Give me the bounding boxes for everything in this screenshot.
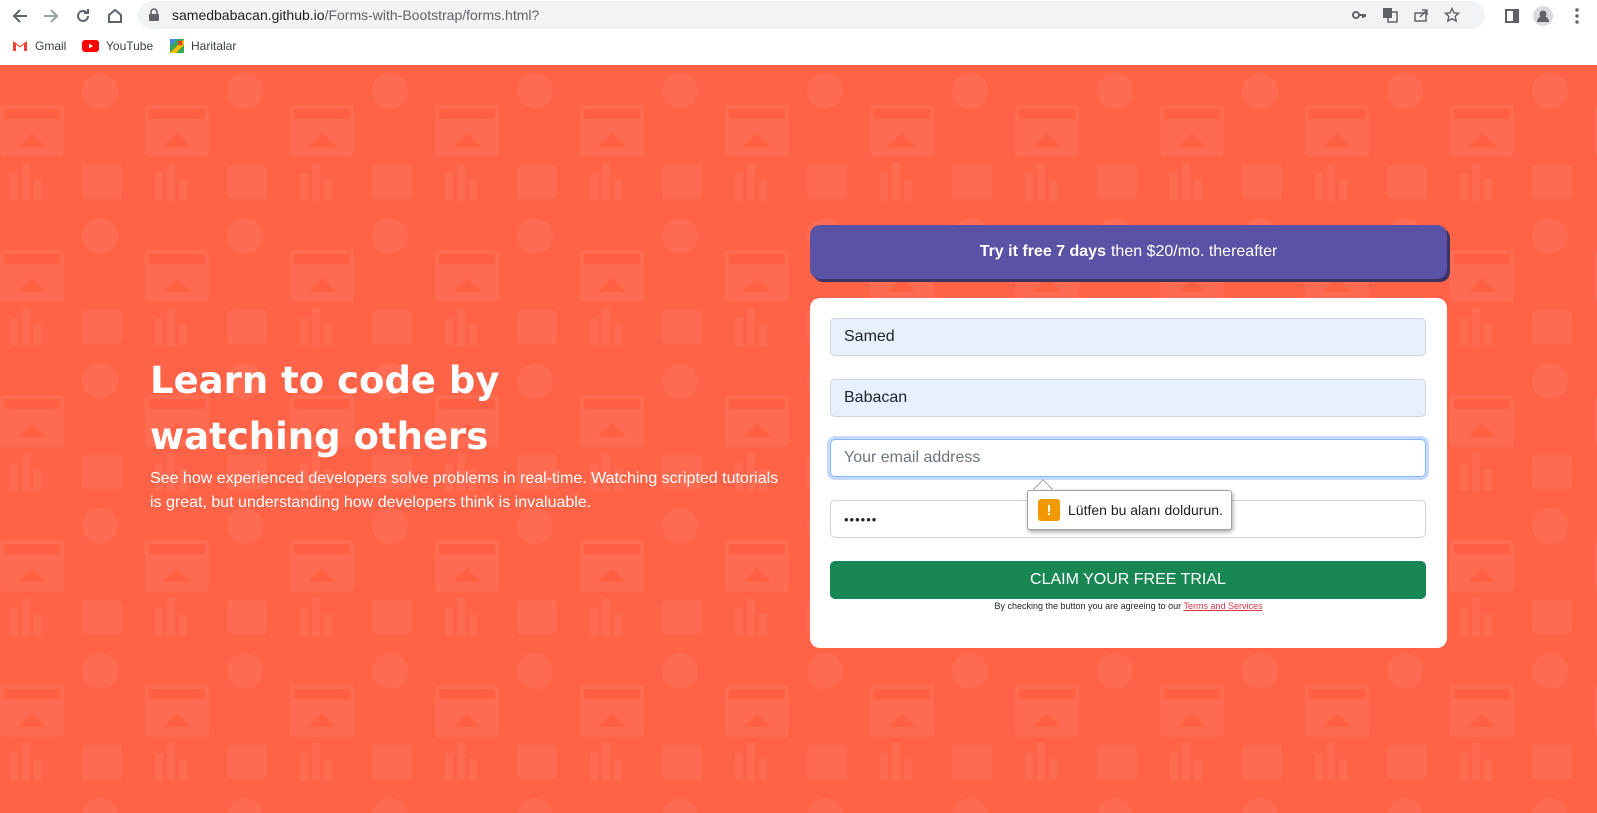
lock-icon [149,8,159,21]
url-host: samedbabacan.github.io [172,7,325,23]
claim-trial-button[interactable]: CLAIM YOUR FREE TRIAL [830,561,1426,599]
first-name-input[interactable]: Samed [830,318,1426,356]
validation-message: Lütfen bu alanı doldurun. [1068,502,1223,518]
bookmark-star-icon[interactable] [1443,6,1461,24]
last-name-input[interactable]: Babacan [830,379,1426,417]
terms-text: By checking the button you are agreeing … [994,601,1182,611]
forward-arrow-icon [44,9,59,23]
bookmarks-bar: Gmail YouTube Haritalar [0,31,1597,65]
forward-button[interactable] [39,4,63,28]
url-path: /Forms-with-Bootstrap/forms.html? [324,7,540,23]
signup-form: Samed Babacan Your email address •••••• … [810,298,1447,648]
email-input[interactable]: Your email address [830,439,1426,477]
url-text: samedbabacan.github.io/Forms-with-Bootst… [172,7,539,23]
banner-bold-text: Try it free 7 days [979,243,1106,260]
profile-avatar-icon[interactable] [1531,4,1555,28]
translate-icon[interactable] [1381,6,1399,24]
bookmark-youtube[interactable]: YouTube [82,39,153,53]
hero-title: Learn to code by watching others [150,359,500,458]
bookmark-gmail[interactable]: Gmail [12,39,66,53]
back-arrow-icon [12,9,27,23]
hero-description: See how experienced developers solve pro… [150,470,779,511]
browser-toolbar: samedbabacan.github.io/Forms-with-Bootst… [0,0,1597,31]
back-button[interactable] [8,4,32,28]
password-key-icon[interactable] [1350,6,1368,24]
terms-note: By checking the button you are agreeing … [810,601,1447,611]
home-button[interactable] [103,4,127,28]
bookmark-label: YouTube [106,39,154,53]
hero-section: Learn to code by watching others See how… [150,353,790,515]
home-icon [108,8,122,23]
page-content: Learn to code by watching others See how… [0,65,1597,813]
terms-link[interactable]: Terms and Services [1183,601,1262,611]
bookmark-maps[interactable]: Haritalar [170,39,236,53]
reload-button[interactable] [71,4,95,28]
gmail-icon [13,41,27,51]
maps-icon [170,39,184,53]
warning-icon: ! [1038,499,1060,521]
bookmark-label: Haritalar [191,39,237,53]
side-panel-icon[interactable] [1500,4,1524,28]
reload-icon [77,9,89,22]
banner-rest-text: then $20/mo. thereafter [1110,243,1278,260]
bookmark-label: Gmail [35,39,67,53]
validation-tooltip: ! Lütfen bu alanı doldurun. [1027,490,1232,530]
address-bar[interactable]: samedbabacan.github.io/Forms-with-Bootst… [138,1,1485,29]
share-icon[interactable] [1412,6,1430,24]
menu-kebab-icon[interactable] [1565,4,1589,28]
trial-banner: Try it free 7 days then $20/mo. thereaft… [810,225,1447,279]
youtube-icon [82,40,99,52]
